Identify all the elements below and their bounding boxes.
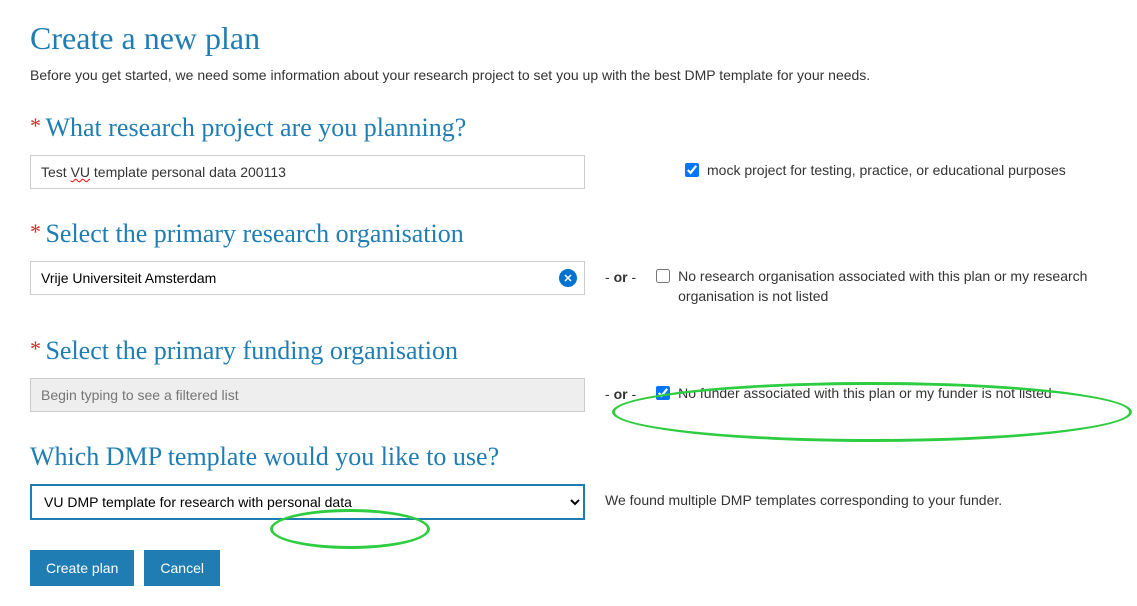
template-label: Which DMP template would you like to use…	[30, 442, 499, 471]
project-value-suffix: template personal data 200113	[90, 164, 286, 180]
mock-project-checkbox[interactable]	[685, 163, 699, 177]
required-asterisk: *	[30, 336, 41, 361]
create-plan-button[interactable]: Create plan	[30, 550, 134, 586]
research-org-label: Select the primary research organisation	[45, 219, 463, 248]
intro-text: Before you get started, we need some inf…	[30, 67, 1107, 83]
research-org-section: * Select the primary research organisati…	[30, 219, 1107, 306]
research-org-input[interactable]	[30, 261, 585, 295]
no-research-org-label: No research organisation associated with…	[678, 267, 1107, 306]
page-title: Create a new plan	[30, 20, 1107, 57]
template-select[interactable]: VU DMP template for research with person…	[30, 484, 585, 520]
funding-org-label: Select the primary funding organisation	[45, 336, 458, 365]
or-separator: - or -	[605, 261, 636, 285]
clear-icon[interactable]	[559, 269, 577, 287]
project-value-misspelled: VU	[71, 164, 90, 180]
template-note: We found multiple DMP templates correspo…	[605, 484, 1002, 508]
project-value-prefix: Test	[41, 164, 71, 180]
project-name-input[interactable]: Test VU template personal data 200113	[30, 155, 585, 189]
mock-project-label: mock project for testing, practice, or e…	[707, 161, 1066, 181]
project-section: * What research project are you planning…	[30, 113, 1107, 189]
no-funder-label: No funder associated with this plan or m…	[678, 384, 1052, 404]
required-asterisk: *	[30, 113, 41, 138]
no-research-org-checkbox[interactable]	[656, 269, 670, 283]
or-separator: - or -	[605, 378, 636, 402]
funding-org-section: * Select the primary funding organisatio…	[30, 336, 1107, 412]
funding-org-input[interactable]	[30, 378, 585, 412]
template-section: Which DMP template would you like to use…	[30, 442, 1107, 520]
required-asterisk: *	[30, 219, 41, 244]
no-funder-checkbox[interactable]	[656, 386, 670, 400]
project-label: What research project are you planning?	[45, 113, 466, 142]
cancel-button[interactable]: Cancel	[144, 550, 220, 586]
